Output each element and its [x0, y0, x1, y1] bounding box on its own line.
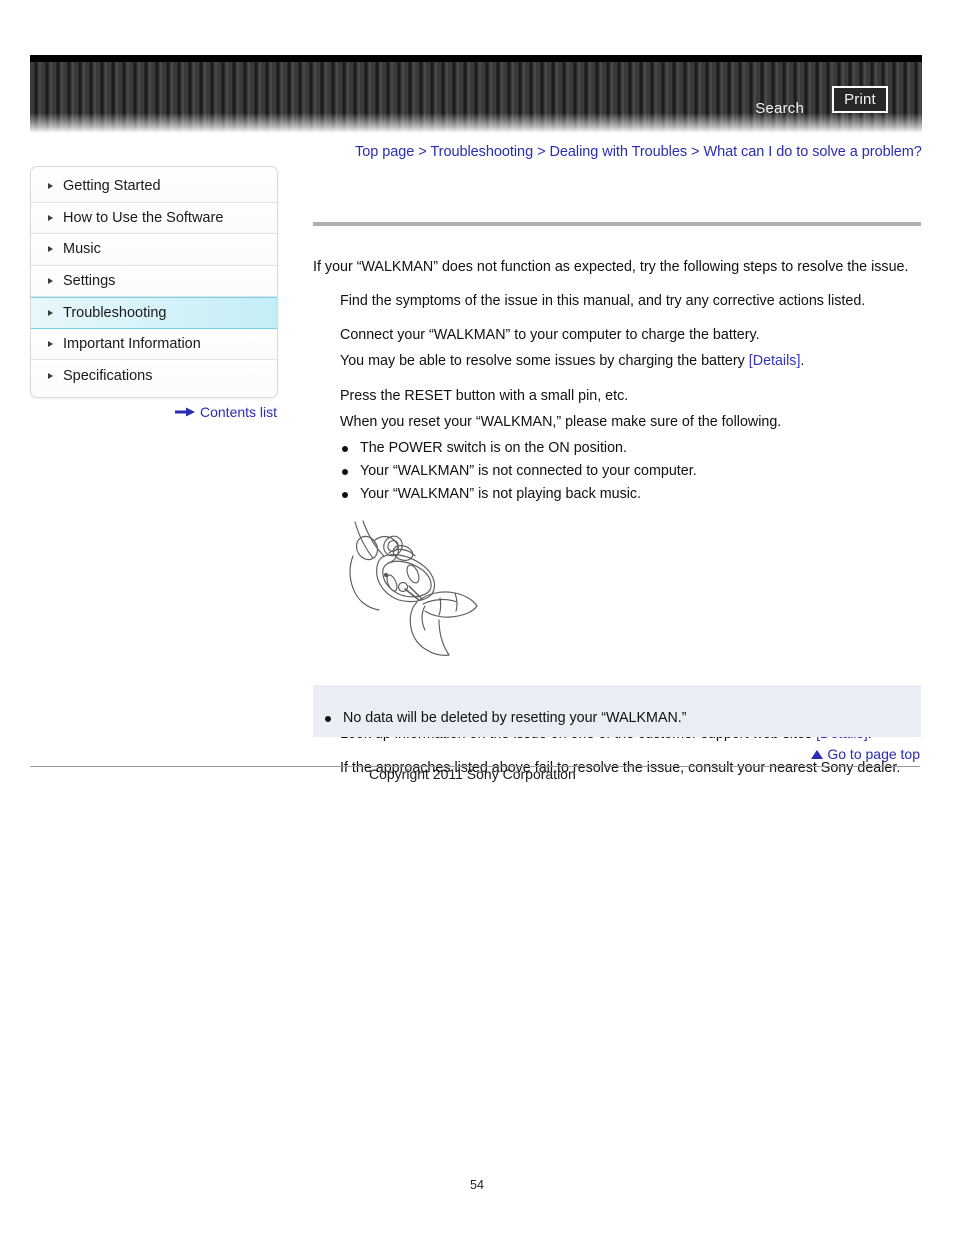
breadcrumb-separator: >	[414, 144, 431, 160]
intro-paragraph: If your “WALKMAN” does not function as e…	[313, 259, 909, 275]
step-2-line-2: You may be able to resolve some issues b…	[313, 350, 921, 372]
up-triangle-icon	[811, 749, 824, 759]
step-3-line-2: When you reset your “WALKMAN,” please ma…	[340, 413, 782, 430]
sidebar-item-label: Music	[63, 241, 101, 258]
contents-list-link[interactable]: Contents list	[175, 404, 277, 420]
details-link-battery[interactable]: [Details]	[749, 353, 801, 369]
sidebar-item-settings[interactable]: Settings	[31, 265, 277, 297]
go-to-page-top-label: Go to page top	[827, 746, 920, 762]
sidebar-item-label: Settings	[63, 272, 116, 289]
chevron-right-icon	[48, 309, 53, 316]
breadcrumb-item-0[interactable]: Top page	[355, 144, 414, 160]
sidebar-item-music[interactable]: Music	[31, 234, 277, 266]
sidebar-item-label: Specifications	[63, 367, 153, 384]
sidebar-item-troubleshooting[interactable]: Troubleshooting	[31, 297, 277, 329]
walkman-reset-illustration	[349, 520, 478, 657]
header-banner: Search Print	[30, 55, 922, 133]
breadcrumb-item-1[interactable]: Troubleshooting	[430, 144, 533, 160]
chevron-right-icon	[48, 183, 53, 190]
sidebar-item-label: Troubleshooting	[63, 304, 167, 321]
breadcrumb-separator: >	[533, 144, 550, 160]
print-button[interactable]: Print	[832, 86, 888, 113]
right-arrow-icon	[175, 407, 195, 417]
step-2-text-pre: You may be able to resolve some issues b…	[340, 353, 749, 370]
reset-condition-item: The POWER switch is on the ON position.	[340, 437, 921, 460]
sidebar-item-getting-started[interactable]: Getting Started	[31, 171, 277, 203]
breadcrumb: Top page > Troubleshooting > Dealing wit…	[355, 144, 922, 160]
sidebar-item-important-information[interactable]: Important Information	[31, 328, 277, 360]
chevron-right-icon	[48, 340, 53, 347]
sidebar-nav: Getting Started How to Use the Software Mu…	[30, 166, 278, 398]
chevron-right-icon	[48, 214, 53, 221]
search-label[interactable]: Search	[755, 101, 804, 116]
chevron-right-icon	[48, 372, 53, 379]
breadcrumb-separator: >	[687, 144, 704, 160]
step-2-text-post: .	[800, 353, 805, 370]
sidebar-item-specifications[interactable]: Specifications	[31, 360, 277, 392]
reset-condition-item: Your “WALKMAN” is not playing back music…	[340, 483, 921, 506]
page-number: 54	[470, 1178, 484, 1192]
note-box: No data will be deleted by resetting you…	[313, 685, 921, 737]
reset-condition-item: Your “WALKMAN” is not connected to your …	[340, 460, 921, 483]
step-1-text: Find the symptoms of the issue in this m…	[340, 293, 866, 310]
copyright-text: Copyright 2011 Sony Corporation	[369, 766, 576, 782]
breadcrumb-item-2[interactable]: Dealing with Troubles	[549, 144, 687, 160]
sidebar-item-how-to-use-the-software[interactable]: How to Use the Software	[31, 202, 277, 234]
breadcrumb-item-3[interactable]: What can I do to solve a problem?	[703, 144, 921, 160]
content-top-divider	[313, 222, 921, 226]
note-text: No data will be deleted by resetting you…	[323, 710, 687, 726]
contents-list-label: Contents list	[200, 404, 278, 420]
sidebar-item-label: Important Information	[63, 335, 201, 352]
step-2-line-1: Connect your “WALKMAN” to your computer …	[340, 327, 760, 344]
step-3-line-1: Press the RESET button with a small pin,…	[340, 387, 629, 404]
sidebar-item-label: Getting Started	[63, 178, 161, 195]
chevron-right-icon	[48, 277, 53, 284]
go-to-page-top-link[interactable]: Go to page top	[811, 746, 920, 762]
sidebar-item-label: How to Use the Software	[63, 209, 224, 226]
reset-conditions-list: The POWER switch is on the ON position. Y…	[313, 437, 921, 506]
chevron-right-icon	[48, 246, 53, 253]
